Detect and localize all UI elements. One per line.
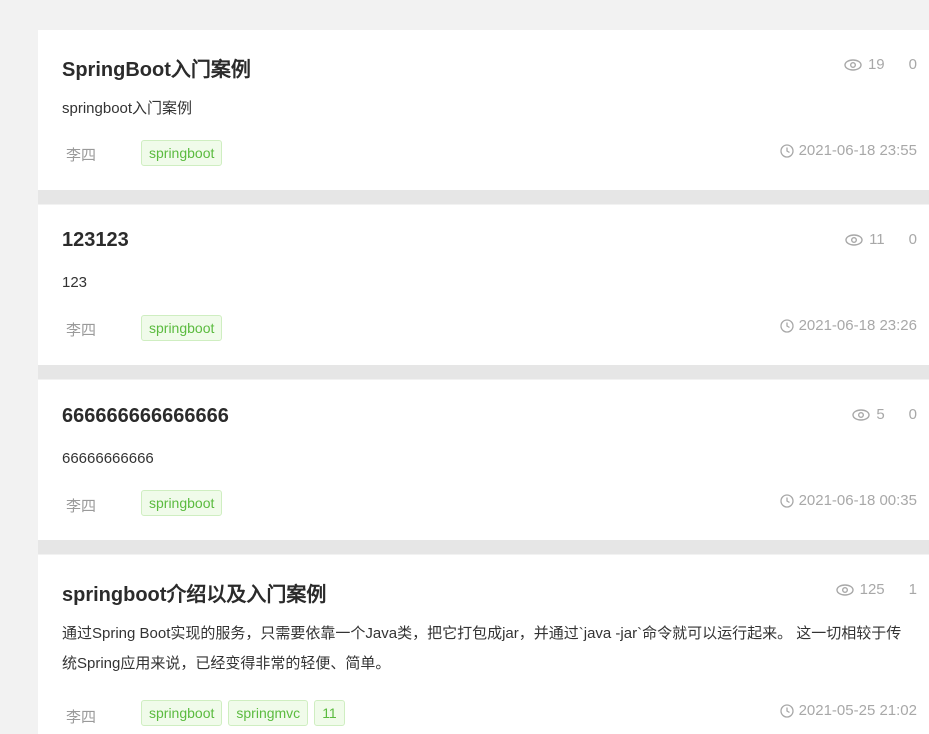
clock-icon — [779, 703, 794, 718]
article-stats: 5 0 — [852, 406, 917, 423]
date-text: 2021-06-18 00:35 — [798, 492, 917, 509]
article-date: 2021-06-18 00:35 — [779, 492, 917, 509]
tag-list: springboot — [141, 490, 223, 516]
article-stats: 11 0 — [845, 231, 917, 248]
view-count: 11 — [869, 231, 885, 248]
article-card[interactable]: SpringBoot入门案例 19 0 springboot入门案例 李四 sp… — [38, 30, 929, 190]
tag-list: springboot — [141, 315, 223, 341]
article-card[interactable]: springboot介绍以及入门案例 125 1 通过Spring Boot实现… — [38, 555, 929, 734]
tag[interactable]: springmvc — [228, 700, 309, 726]
article-card[interactable]: 666666666666666 5 0 66666666666 李四 sprin… — [38, 380, 929, 540]
date-text: 2021-06-18 23:26 — [798, 317, 917, 334]
date-text: 2021-05-25 21:02 — [798, 702, 917, 719]
tag[interactable]: 11 — [314, 700, 345, 726]
article-author[interactable]: 李四 — [66, 319, 96, 340]
tag-list: springboot — [141, 140, 223, 166]
article-author[interactable]: 李四 — [66, 495, 96, 516]
article-title[interactable]: SpringBoot入门案例 — [62, 53, 251, 82]
clock-icon — [779, 143, 794, 158]
eye-icon — [852, 408, 871, 421]
like-count: 0 — [908, 56, 917, 73]
tag-list: springboot springmvc 11 — [141, 700, 345, 726]
article-author[interactable]: 李四 — [66, 706, 96, 727]
article-date: 2021-06-18 23:55 — [779, 142, 917, 159]
view-count: 125 — [859, 581, 885, 598]
article-summary: 通过Spring Boot实现的服务，只需要依靠一个Java类，把它打包成jar… — [62, 625, 902, 672]
article-stats: 125 1 — [835, 581, 917, 598]
tag[interactable]: springboot — [141, 490, 223, 516]
card-separator — [38, 540, 929, 554]
card-separator — [38, 190, 929, 204]
article-card[interactable]: 123123 11 0 123 李四 springboot 2021-06-18… — [38, 205, 929, 365]
view-count: 19 — [867, 56, 885, 73]
article-summary: springboot入门案例 — [62, 100, 193, 117]
like-count: 1 — [908, 581, 917, 598]
tag[interactable]: springboot — [141, 700, 223, 726]
article-summary: 123 — [62, 274, 88, 291]
article-title[interactable]: 123123 — [62, 229, 129, 252]
article-date: 2021-06-18 23:26 — [779, 317, 917, 334]
tag[interactable]: springboot — [141, 315, 223, 341]
clock-icon — [779, 318, 794, 333]
card-separator — [38, 365, 929, 379]
like-count: 0 — [908, 406, 917, 423]
article-stats: 19 0 — [844, 56, 917, 73]
article-date: 2021-05-25 21:02 — [779, 702, 917, 719]
eye-icon — [835, 583, 854, 596]
date-text: 2021-06-18 23:55 — [798, 142, 917, 159]
article-title[interactable]: 666666666666666 — [62, 405, 229, 428]
eye-icon — [844, 58, 862, 71]
article-author[interactable]: 李四 — [66, 144, 96, 165]
tag[interactable]: springboot — [141, 140, 223, 166]
eye-icon — [845, 233, 863, 246]
view-count: 5 — [876, 406, 885, 423]
article-title[interactable]: springboot介绍以及入门案例 — [62, 578, 326, 607]
article-summary: 66666666666 — [62, 450, 154, 467]
clock-icon — [779, 493, 794, 508]
like-count: 0 — [908, 231, 917, 248]
